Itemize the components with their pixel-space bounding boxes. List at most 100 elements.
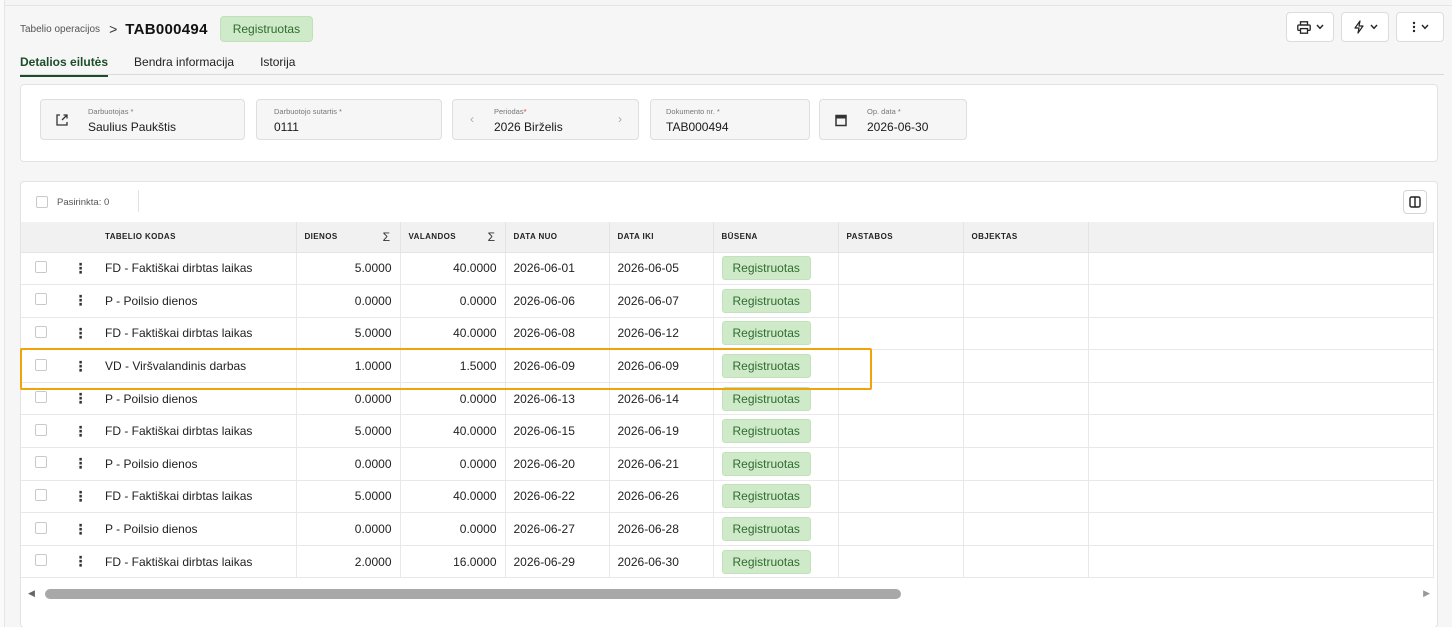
header-object[interactable]: OBJEKTAS bbox=[963, 222, 1089, 253]
row-checkbox[interactable] bbox=[35, 521, 47, 534]
cell-days[interactable]: 5.0000 bbox=[296, 252, 401, 286]
cell-object[interactable] bbox=[963, 317, 1089, 351]
sigma-icon[interactable]: Σ bbox=[488, 230, 496, 244]
cell-date-from[interactable]: 2026-06-20 bbox=[505, 447, 610, 481]
calendar-icon[interactable] bbox=[832, 111, 850, 129]
row-checkbox[interactable] bbox=[35, 260, 47, 273]
cell-code[interactable]: FD - Faktiškai dirbtas laikas bbox=[97, 317, 297, 351]
chevron-left-icon[interactable]: ‹ bbox=[470, 112, 474, 126]
table-row[interactable]: ⋮ P - Poilsio dienos 0.0000 0.0000 2026-06-2… bbox=[21, 447, 1434, 481]
row-kebab-icon[interactable]: ⋮ bbox=[74, 390, 88, 406]
header-notes[interactable]: PASTABOS bbox=[838, 222, 964, 253]
row-checkbox[interactable] bbox=[35, 325, 47, 338]
cell-hours[interactable]: 16.0000 bbox=[400, 545, 506, 579]
cell-object[interactable] bbox=[963, 252, 1089, 286]
table-row[interactable]: ⋮ FD - Faktiškai dirbtas laikas 5.0000 40.0… bbox=[21, 480, 1434, 514]
cell-object[interactable] bbox=[963, 382, 1089, 416]
cell-hours[interactable]: 0.0000 bbox=[400, 284, 506, 318]
column-settings-button[interactable] bbox=[1403, 190, 1427, 214]
cell-code[interactable]: P - Poilsio dienos bbox=[97, 284, 297, 318]
cell-hours[interactable]: 40.0000 bbox=[400, 252, 506, 286]
actions-menu-button[interactable] bbox=[1341, 12, 1389, 42]
table-row[interactable]: ⋮ P - Poilsio dienos 0.0000 0.0000 2026-06-0… bbox=[21, 284, 1434, 318]
cell-date-to[interactable]: 2026-06-19 bbox=[609, 414, 714, 449]
cell-object[interactable] bbox=[963, 414, 1089, 449]
header-status[interactable]: BŪSENA bbox=[713, 222, 839, 253]
row-checkbox[interactable] bbox=[35, 293, 47, 306]
cell-date-from[interactable]: 2026-06-27 bbox=[505, 512, 610, 546]
cell-days[interactable]: 0.0000 bbox=[296, 382, 401, 416]
cell-date-to[interactable]: 2026-06-30 bbox=[609, 545, 714, 579]
open-external-icon[interactable] bbox=[53, 111, 71, 129]
cell-date-from[interactable]: 2026-06-22 bbox=[505, 480, 610, 514]
scrollbar-thumb[interactable] bbox=[45, 589, 901, 599]
cell-code[interactable]: P - Poilsio dienos bbox=[97, 512, 297, 546]
horizontal-scrollbar[interactable]: ◀ ▶ bbox=[21, 585, 1437, 603]
cell-object[interactable] bbox=[963, 480, 1089, 514]
cell-days[interactable]: 5.0000 bbox=[296, 480, 401, 514]
cell-date-from[interactable]: 2026-06-08 bbox=[505, 317, 610, 351]
table-row[interactable]: ⋮ FD - Faktiškai dirbtas laikas 5.0000 40.0… bbox=[21, 252, 1434, 286]
table-row[interactable]: ⋮ VD - Viršvalandinis darbas 1.0000 1.5000 2… bbox=[21, 349, 1434, 383]
cell-days[interactable]: 5.0000 bbox=[296, 414, 401, 449]
cell-date-to[interactable]: 2026-06-05 bbox=[609, 252, 714, 286]
row-kebab-icon[interactable]: ⋮ bbox=[74, 455, 88, 471]
more-menu-button[interactable] bbox=[1396, 12, 1444, 42]
cell-object[interactable] bbox=[963, 284, 1089, 318]
cell-date-from[interactable]: 2026-06-13 bbox=[505, 382, 610, 416]
cell-hours[interactable]: 1.5000 bbox=[400, 349, 506, 383]
cell-days[interactable]: 0.0000 bbox=[296, 447, 401, 481]
cell-notes[interactable] bbox=[838, 252, 964, 286]
cell-hours[interactable]: 0.0000 bbox=[400, 512, 506, 546]
cell-date-to[interactable]: 2026-06-09 bbox=[609, 349, 714, 383]
cell-code[interactable]: FD - Faktiškai dirbtas laikas bbox=[97, 545, 297, 579]
scroll-left-icon[interactable]: ◀ bbox=[28, 588, 35, 599]
header-date-from[interactable]: DATA NUO bbox=[505, 222, 610, 253]
row-kebab-icon[interactable]: ⋮ bbox=[74, 325, 88, 341]
cell-hours[interactable]: 0.0000 bbox=[400, 382, 506, 416]
cell-code[interactable]: FD - Faktiškai dirbtas laikas bbox=[97, 252, 297, 286]
row-checkbox[interactable] bbox=[35, 554, 47, 567]
cell-object[interactable] bbox=[963, 349, 1089, 383]
print-menu-button[interactable] bbox=[1286, 12, 1334, 42]
table-row[interactable]: ⋮ P - Poilsio dienos 0.0000 0.0000 2026-06-2… bbox=[21, 512, 1434, 546]
cell-notes[interactable] bbox=[838, 414, 964, 449]
row-kebab-icon[interactable]: ⋮ bbox=[74, 423, 88, 439]
cell-code[interactable]: FD - Faktiškai dirbtas laikas bbox=[97, 480, 297, 514]
row-checkbox[interactable] bbox=[35, 456, 47, 469]
row-checkbox[interactable] bbox=[35, 358, 47, 371]
cell-days[interactable]: 0.0000 bbox=[296, 284, 401, 318]
cell-code[interactable]: P - Poilsio dienos bbox=[97, 382, 297, 416]
cell-date-from[interactable]: 2026-06-06 bbox=[505, 284, 610, 318]
period-field[interactable]: ‹ Periodas* 2026 Birželis › bbox=[452, 99, 639, 140]
cell-days[interactable]: 1.0000 bbox=[296, 349, 401, 383]
cell-date-to[interactable]: 2026-06-12 bbox=[609, 317, 714, 351]
row-kebab-icon[interactable]: ⋮ bbox=[74, 260, 88, 276]
cell-object[interactable] bbox=[963, 545, 1089, 579]
row-kebab-icon[interactable]: ⋮ bbox=[74, 553, 88, 569]
cell-notes[interactable] bbox=[838, 512, 964, 546]
cell-date-from[interactable]: 2026-06-01 bbox=[505, 252, 610, 286]
cell-notes[interactable] bbox=[838, 317, 964, 351]
row-kebab-icon[interactable]: ⋮ bbox=[74, 521, 88, 537]
cell-date-to[interactable]: 2026-06-21 bbox=[609, 447, 714, 481]
header-code[interactable]: TABELIO KODAS bbox=[97, 222, 297, 253]
cell-notes[interactable] bbox=[838, 382, 964, 416]
doc-number-field[interactable]: Dokumento nr. * TAB000494 bbox=[650, 99, 810, 140]
op-date-field[interactable]: Op. data * 2026-06-30 bbox=[819, 99, 967, 140]
header-days[interactable]: DIENOS Σ bbox=[296, 222, 401, 253]
cell-days[interactable]: 0.0000 bbox=[296, 512, 401, 546]
row-checkbox[interactable] bbox=[35, 391, 47, 404]
cell-code[interactable]: P - Poilsio dienos bbox=[97, 447, 297, 481]
cell-date-from[interactable]: 2026-06-15 bbox=[505, 414, 610, 449]
cell-code[interactable]: VD - Viršvalandinis darbas bbox=[97, 349, 297, 383]
row-checkbox[interactable] bbox=[35, 423, 47, 436]
cell-date-to[interactable]: 2026-06-14 bbox=[609, 382, 714, 416]
header-date-to[interactable]: DATA IKI bbox=[609, 222, 714, 253]
cell-date-from[interactable]: 2026-06-09 bbox=[505, 349, 610, 383]
cell-days[interactable]: 5.0000 bbox=[296, 317, 401, 351]
table-row[interactable]: ⋮ P - Poilsio dienos 0.0000 0.0000 2026-06-1… bbox=[21, 382, 1434, 416]
cell-date-to[interactable]: 2026-06-28 bbox=[609, 512, 714, 546]
row-kebab-icon[interactable]: ⋮ bbox=[74, 292, 88, 308]
sigma-icon[interactable]: Σ bbox=[383, 230, 391, 244]
